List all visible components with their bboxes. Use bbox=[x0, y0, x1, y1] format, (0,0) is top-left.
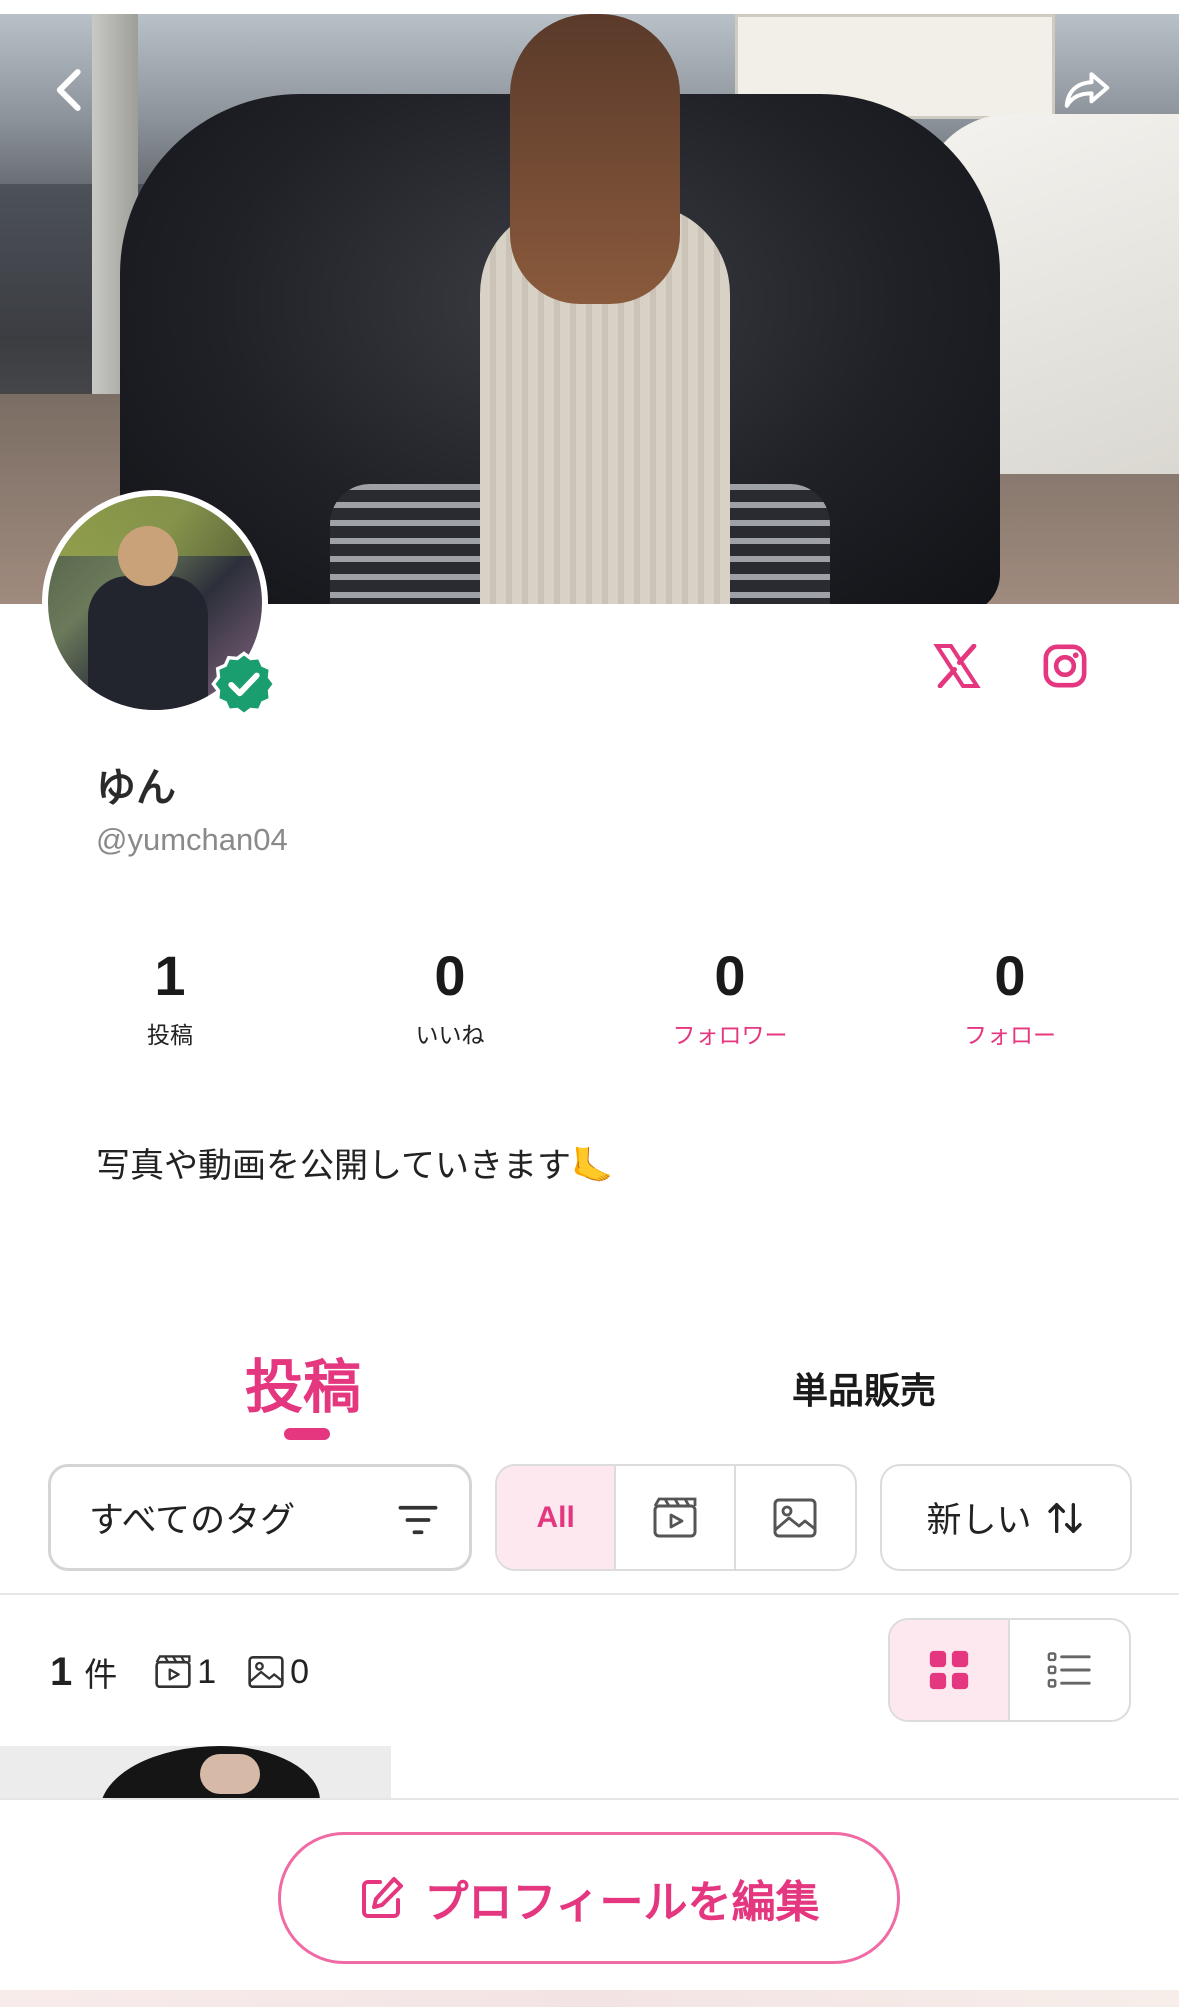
filter-bar: すべてのタグ All 新しい bbox=[0, 1462, 1179, 1572]
stat-followers-label: フォロワー bbox=[672, 1023, 788, 1049]
back-button[interactable] bbox=[36, 55, 106, 125]
sort-label: 新しい bbox=[926, 1501, 1032, 1541]
share-icon bbox=[1064, 72, 1110, 108]
media-all-label: All bbox=[536, 1500, 575, 1534]
result-counts: 1 件 1 0 bbox=[50, 1648, 339, 1696]
video-count-value: 1 bbox=[197, 1652, 217, 1691]
cover-person bbox=[470, 14, 800, 604]
sort-arrows-icon bbox=[1047, 1502, 1082, 1533]
view-mode-toggle bbox=[888, 1618, 1131, 1722]
image-icon bbox=[773, 1498, 817, 1537]
sort-select[interactable]: 新しい bbox=[880, 1464, 1132, 1571]
media-all-button[interactable]: All bbox=[497, 1466, 617, 1569]
bottom-action-bar: プロフィールを編集 bbox=[0, 1798, 1179, 2007]
stat-posts: 1 投稿 bbox=[30, 940, 310, 1050]
share-button[interactable] bbox=[1052, 55, 1122, 125]
tag-filter-select[interactable]: すべてのタグ bbox=[48, 1464, 472, 1571]
grid-view-button[interactable] bbox=[890, 1620, 1010, 1720]
bottom-strip bbox=[0, 1990, 1179, 2007]
verified-badge-icon bbox=[211, 651, 277, 717]
grid-icon bbox=[929, 1650, 968, 1690]
image-count: 0 bbox=[246, 1653, 309, 1692]
profile-handle: @yumchan04 bbox=[96, 822, 288, 857]
stat-posts-label: 投稿 bbox=[147, 1023, 193, 1049]
stat-followers-value: 0 bbox=[714, 944, 746, 1007]
chevron-left-icon bbox=[56, 69, 81, 111]
avatar-head bbox=[118, 526, 178, 586]
media-video-button[interactable] bbox=[616, 1466, 736, 1569]
instagram-icon bbox=[1043, 644, 1087, 688]
stat-following-value: 0 bbox=[994, 944, 1026, 1007]
content-tabs: 投稿 単品販売 bbox=[0, 1340, 1179, 1440]
video-count: 1 bbox=[153, 1653, 216, 1692]
stat-likes-value: 0 bbox=[434, 944, 466, 1007]
filter-icon bbox=[398, 1505, 438, 1535]
profile-name: ゆん bbox=[96, 765, 176, 811]
media-type-segment: All bbox=[495, 1464, 857, 1571]
image-count-icon bbox=[248, 1655, 284, 1689]
profile-bio: 写真や動画を公開していきます🦶 bbox=[96, 1146, 614, 1186]
edit-profile-button[interactable]: プロフィールを編集 bbox=[278, 1832, 900, 1964]
stat-following-label: フォロー bbox=[964, 1023, 1056, 1049]
media-image-button[interactable] bbox=[736, 1466, 855, 1569]
stat-likes-label: いいね bbox=[415, 1023, 485, 1049]
tab-posts[interactable]: 投稿 bbox=[245, 1340, 361, 1424]
x-link[interactable] bbox=[927, 636, 987, 696]
tag-filter-label: すべてのタグ bbox=[89, 1501, 296, 1541]
stats-row: 1 投稿 0 いいね 0 フォロワー 0 フォロー bbox=[30, 940, 1150, 1050]
post-thumbnail[interactable] bbox=[0, 1746, 391, 1800]
avatar-figure bbox=[88, 576, 208, 710]
list-icon bbox=[1047, 1652, 1091, 1688]
list-view-button[interactable] bbox=[1010, 1620, 1130, 1720]
thumbnail-detail bbox=[200, 1754, 260, 1794]
divider bbox=[0, 1593, 1179, 1595]
tab-active-indicator bbox=[284, 1428, 330, 1440]
cover-hair bbox=[510, 14, 680, 304]
total-count: 1 bbox=[50, 1649, 73, 1694]
stat-posts-value: 1 bbox=[154, 944, 186, 1007]
instagram-link[interactable] bbox=[1035, 636, 1095, 696]
total-count-unit: 件 bbox=[84, 1655, 118, 1694]
stat-followers[interactable]: 0 フォロワー bbox=[590, 940, 870, 1050]
stat-following[interactable]: 0 フォロー bbox=[870, 940, 1150, 1050]
tab-single-sale[interactable]: 単品販売 bbox=[792, 1362, 936, 1414]
stat-likes: 0 いいね bbox=[310, 940, 590, 1050]
edit-profile-label: プロフィールを編集 bbox=[424, 1877, 820, 1928]
video-icon bbox=[653, 1497, 697, 1537]
image-count-value: 0 bbox=[290, 1652, 310, 1691]
edit-icon bbox=[362, 1877, 404, 1918]
video-count-icon bbox=[155, 1655, 191, 1689]
x-logo-icon bbox=[933, 644, 981, 688]
